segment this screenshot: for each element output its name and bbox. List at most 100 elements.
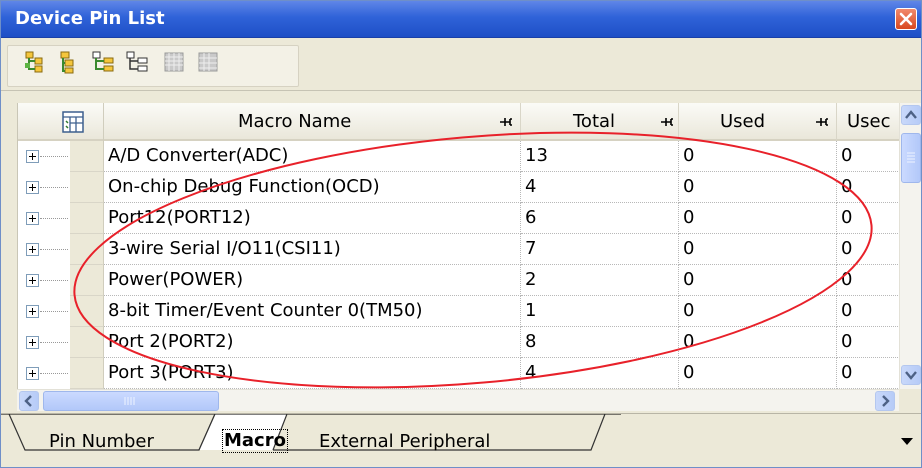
scroll-down-button[interactable] [901,365,921,385]
cell-used: 0 [679,203,837,234]
column-label-used: Used [720,111,766,132]
cell-total: 4 [521,172,679,203]
scrollbar-corner [899,389,921,411]
cell-used: 0 [679,172,837,203]
row-selector[interactable] [70,172,104,203]
close-button[interactable] [895,8,917,30]
row-selector[interactable] [70,234,104,265]
column-label-macro-name: Macro Name [238,111,352,132]
grip-icon [124,397,135,405]
expand-plus-icon[interactable] [26,181,39,194]
tree-connector [40,311,68,312]
cell-used-2: 0 [837,172,899,203]
table-row[interactable]: On-chip Debug Function(OCD) 4 0 0 [18,172,899,203]
tabs-dropdown-icon[interactable] [901,438,913,445]
tab-external-peripheral[interactable]: External Peripheral [319,431,490,452]
scroll-right-button[interactable] [875,391,895,411]
scroll-up-button[interactable] [901,105,921,125]
expand-plus-icon[interactable] [26,336,39,349]
cell-used: 0 [679,327,837,358]
horizontal-scroll-thumb[interactable] [43,391,219,411]
table-header: Macro Name Total Used Usec [18,103,899,141]
tree-connector [40,342,68,343]
row-selector[interactable] [70,141,104,172]
tree-connector [40,187,68,188]
chevron-right-icon [882,395,890,407]
table-row[interactable]: Port 2(PORT2) 8 0 0 [18,327,899,358]
table-row[interactable]: 8-bit Timer/Event Counter 0(TM50) 1 0 0 [18,296,899,327]
collapse-node-icon[interactable] [125,49,151,75]
cell-used-2: 0 [837,141,899,172]
pin-icon[interactable] [658,113,676,131]
toolbar-band [7,45,299,87]
row-selector[interactable] [70,296,104,327]
collapse-all-icon[interactable] [55,49,81,75]
cell-used-2: 0 [837,234,899,265]
scroll-left-button[interactable] [19,391,39,411]
cell-macro-name: Port 3(PORT3) [104,358,521,389]
cell-used-2: 0 [837,203,899,234]
table-row[interactable]: 3-wire Serial I/O11(CSI11) 7 0 0 [18,234,899,265]
device-pin-list-window: Device Pin List Macro Name Total Used Us… [0,0,922,468]
title-bar[interactable]: Device Pin List [1,1,921,38]
cell-used-2: 0 [837,358,899,389]
cell-macro-name: 8-bit Timer/Event Counter 0(TM50) [104,296,521,327]
toolbar [1,39,921,91]
cell-used-2: 0 [837,327,899,358]
column-label-used-2: Usec [847,111,891,132]
tab-strip: Pin Number Macro External Peripheral [1,413,921,467]
chevron-left-icon [24,395,32,407]
horizontal-scrollbar[interactable] [17,389,899,411]
table-row[interactable]: Port12(PORT12) 6 0 0 [18,203,899,234]
row-selector[interactable] [70,358,104,389]
tree-connector [40,373,68,374]
cell-total: 8 [521,327,679,358]
cell-macro-name: Port 2(PORT2) [104,327,521,358]
expand-plus-icon[interactable] [26,274,39,287]
row-selector[interactable] [70,327,104,358]
cell-macro-name: Port12(PORT12) [104,203,521,234]
cell-total: 13 [521,141,679,172]
column-header-used[interactable]: Used [679,103,837,141]
cell-used: 0 [679,234,837,265]
tab-macro[interactable]: Macro [222,429,288,453]
table-row[interactable]: A/D Converter(ADC) 13 0 0 [18,141,899,172]
column-chooser-icon[interactable] [62,111,84,133]
vertical-scroll-thumb[interactable] [901,133,921,183]
pin-icon[interactable] [813,113,831,131]
expand-plus-icon[interactable] [26,243,39,256]
table-row[interactable]: Power(POWER) 2 0 0 [18,265,899,296]
tree-connector [40,156,68,157]
cell-used-2: 0 [837,296,899,327]
header-corner [18,103,104,141]
pin-icon[interactable] [497,113,515,131]
show-used-icon[interactable] [161,49,187,75]
expand-node-icon[interactable] [91,49,117,75]
table-row[interactable]: Port 3(PORT3) 4 0 0 [18,358,899,389]
cell-total: 2 [521,265,679,296]
expand-plus-icon[interactable] [26,305,39,318]
cell-used: 0 [679,296,837,327]
expand-plus-icon[interactable] [26,367,39,380]
expand-all-icon[interactable] [23,49,49,75]
column-label-total: Total [573,111,616,132]
column-header-used-2[interactable]: Usec [837,103,899,141]
row-selector[interactable] [70,265,104,296]
column-header-macro-name[interactable]: Macro Name [104,103,521,141]
chevron-up-icon [905,110,917,119]
tree-connector [40,218,68,219]
expand-plus-icon[interactable] [26,150,39,163]
cell-macro-name: Power(POWER) [104,265,521,296]
tab-pin-number[interactable]: Pin Number [49,431,154,452]
cell-total: 4 [521,358,679,389]
tree-connector [40,280,68,281]
column-header-total[interactable]: Total [521,103,679,141]
cell-used: 0 [679,141,837,172]
expand-plus-icon[interactable] [26,212,39,225]
close-icon [899,12,913,26]
row-selector[interactable] [70,203,104,234]
grip-icon [907,152,915,163]
show-unused-icon[interactable] [195,49,221,75]
vertical-scrollbar[interactable] [899,103,921,389]
macro-table: Macro Name Total Used Usec A/D Converter… [17,103,899,389]
